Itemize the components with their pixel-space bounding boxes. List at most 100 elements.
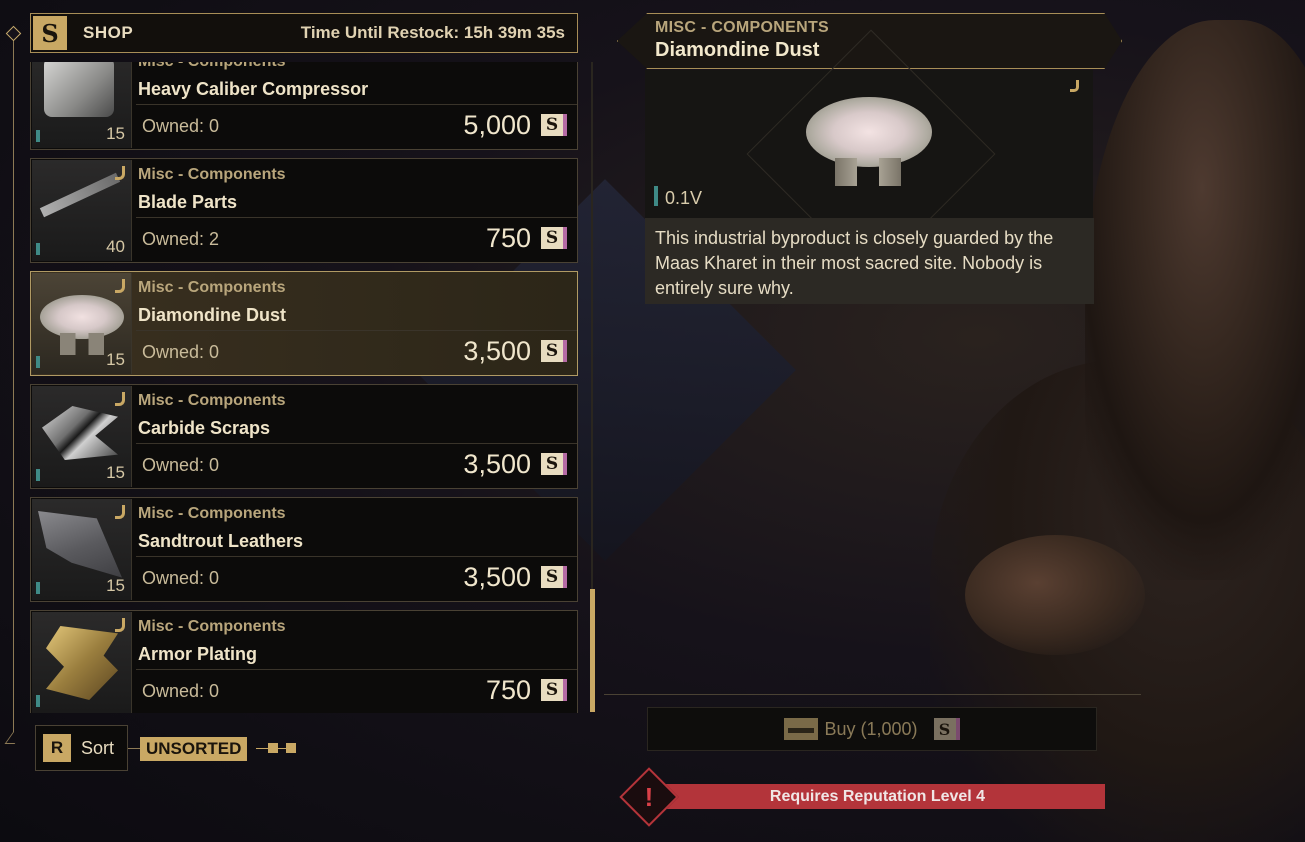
indicator-dot — [286, 743, 296, 753]
buy-keybind-icon — [784, 718, 819, 740]
craft-component-icon — [1070, 80, 1079, 92]
item-owned: Owned: 0 — [142, 342, 220, 362]
item-thumbnail: 15 — [32, 273, 132, 374]
rarity-bar — [36, 582, 40, 594]
item-divider — [136, 443, 577, 444]
frame-foot — [4, 732, 23, 744]
solari-currency-icon: S — [541, 679, 567, 701]
carbide-icon — [42, 406, 118, 460]
shop-item-diamondine-dust[interactable]: 15 Misc - Components Diamondine Dust Own… — [30, 271, 578, 376]
item-volume: 0.1V — [665, 188, 703, 208]
sort-button[interactable]: R Sort — [35, 725, 128, 771]
item-category: Misc - Components — [138, 166, 286, 183]
item-owned: Owned: 0 — [142, 116, 220, 136]
rarity-bar — [36, 469, 40, 481]
solari-currency-icon: S — [541, 566, 567, 588]
bowl-leg — [835, 158, 857, 186]
shop-item-carbide-scraps[interactable]: 15 Misc - Components Carbide Scraps Owne… — [30, 384, 578, 489]
buy-button[interactable]: Buy (1,000) S — [647, 707, 1097, 751]
shop-item-list[interactable]: 15 Misc - Components Heavy Caliber Compr… — [30, 62, 580, 713]
leather-icon — [38, 511, 122, 578]
npc-arm — [965, 535, 1145, 655]
sort-state-badge: UNSORTED — [140, 737, 248, 761]
indicator-line — [278, 748, 286, 749]
item-name: Diamondine Dust — [138, 305, 287, 325]
item-description: This industrial byproduct is closely gua… — [645, 218, 1094, 304]
item-price: 3,500 — [463, 449, 531, 479]
detail-category: MISC - COMPONENTS — [655, 19, 829, 36]
keybind-r-icon: R — [43, 734, 71, 762]
item-price: 750 — [485, 223, 531, 253]
solari-currency-icon: S — [933, 718, 960, 740]
shop-item-heavy-caliber-compressor[interactable]: 15 Misc - Components Heavy Caliber Compr… — [30, 62, 578, 150]
item-divider — [136, 330, 577, 331]
stack-quantity: 15 — [106, 576, 125, 595]
item-category: Misc - Components — [138, 279, 286, 296]
item-name: Sandtrout Leathers — [138, 531, 304, 551]
shop-item-armor-plating[interactable]: Misc - Components Armor Plating Owned: 0… — [30, 610, 578, 713]
buy-label: Buy (1,000) — [824, 718, 918, 739]
warning-exclamation-icon: ! — [644, 781, 654, 812]
stack-quantity: 15 — [106, 124, 125, 143]
sort-connector — [128, 748, 140, 749]
item-thumbnail — [32, 612, 132, 713]
craft-component-icon — [115, 505, 125, 519]
bowl-leg — [879, 158, 901, 186]
solari-logo-icon: S — [33, 16, 67, 50]
sort-options-indicator — [256, 743, 296, 755]
item-category: Misc - Components — [138, 392, 286, 409]
sort-label: Sort — [81, 737, 115, 758]
item-divider — [136, 669, 577, 670]
volume-bar — [654, 186, 658, 206]
item-name: Blade Parts — [138, 192, 238, 212]
item-owned: Owned: 0 — [142, 455, 220, 475]
item-price: 750 — [485, 675, 531, 705]
shop-item-sandtrout-leathers[interactable]: 15 Misc - Components Sandtrout Leathers … — [30, 497, 578, 602]
bowl-legs-icon — [60, 333, 104, 355]
solari-currency-icon: S — [541, 227, 567, 249]
restock-timer: Time Until Restock: 15h 39m 35s — [300, 23, 565, 42]
armor-plate-icon — [46, 626, 118, 700]
item-thumbnail: 15 — [32, 386, 132, 487]
shop-header: S SHOP Time Until Restock: 15h 39m 35s — [30, 13, 578, 53]
item-category: Misc - Components — [138, 62, 286, 71]
item-owned: Owned: 0 — [142, 568, 220, 588]
item-owned: Owned: 0 — [142, 681, 220, 701]
solari-currency-icon: S — [541, 340, 567, 362]
item-category: Misc - Components — [138, 505, 286, 522]
item-category: Misc - Components — [138, 618, 286, 635]
diamondine-bowl-icon — [806, 97, 932, 167]
shop-item-blade-parts[interactable]: 40 Misc - Components Blade Parts Owned: … — [30, 158, 578, 263]
item-price: 5,000 — [463, 110, 531, 140]
craft-component-icon — [115, 392, 125, 406]
compressor-icon — [44, 62, 114, 117]
item-divider — [136, 556, 577, 557]
npc-portrait — [1085, 20, 1305, 580]
shop-title: SHOP — [83, 23, 134, 42]
frame-line — [13, 40, 14, 732]
item-divider — [136, 217, 577, 218]
item-owned: Owned: 2 — [142, 229, 220, 249]
list-scrollbar-thumb[interactable] — [590, 589, 595, 712]
item-price: 3,500 — [463, 336, 531, 366]
item-name: Carbide Scraps — [138, 418, 271, 438]
item-thumbnail: 15 — [32, 62, 132, 148]
item-price: 3,500 — [463, 562, 531, 592]
indicator-line — [256, 748, 268, 749]
craft-component-icon — [115, 166, 125, 180]
item-name: Heavy Caliber Compressor — [138, 79, 369, 99]
rarity-bar — [36, 243, 40, 255]
solari-currency-icon: S — [541, 114, 567, 136]
buy-divider — [604, 694, 1141, 695]
rarity-bar — [36, 695, 40, 707]
solari-currency-icon: S — [541, 453, 567, 475]
craft-component-icon — [115, 279, 125, 293]
item-thumbnail: 15 — [32, 499, 132, 600]
blade-icon — [39, 172, 121, 218]
craft-component-icon — [115, 618, 125, 632]
rarity-bar — [36, 356, 40, 368]
stack-quantity: 40 — [106, 237, 125, 256]
item-name: Armor Plating — [138, 644, 258, 664]
rarity-bar — [36, 130, 40, 142]
stack-quantity: 15 — [106, 350, 125, 369]
